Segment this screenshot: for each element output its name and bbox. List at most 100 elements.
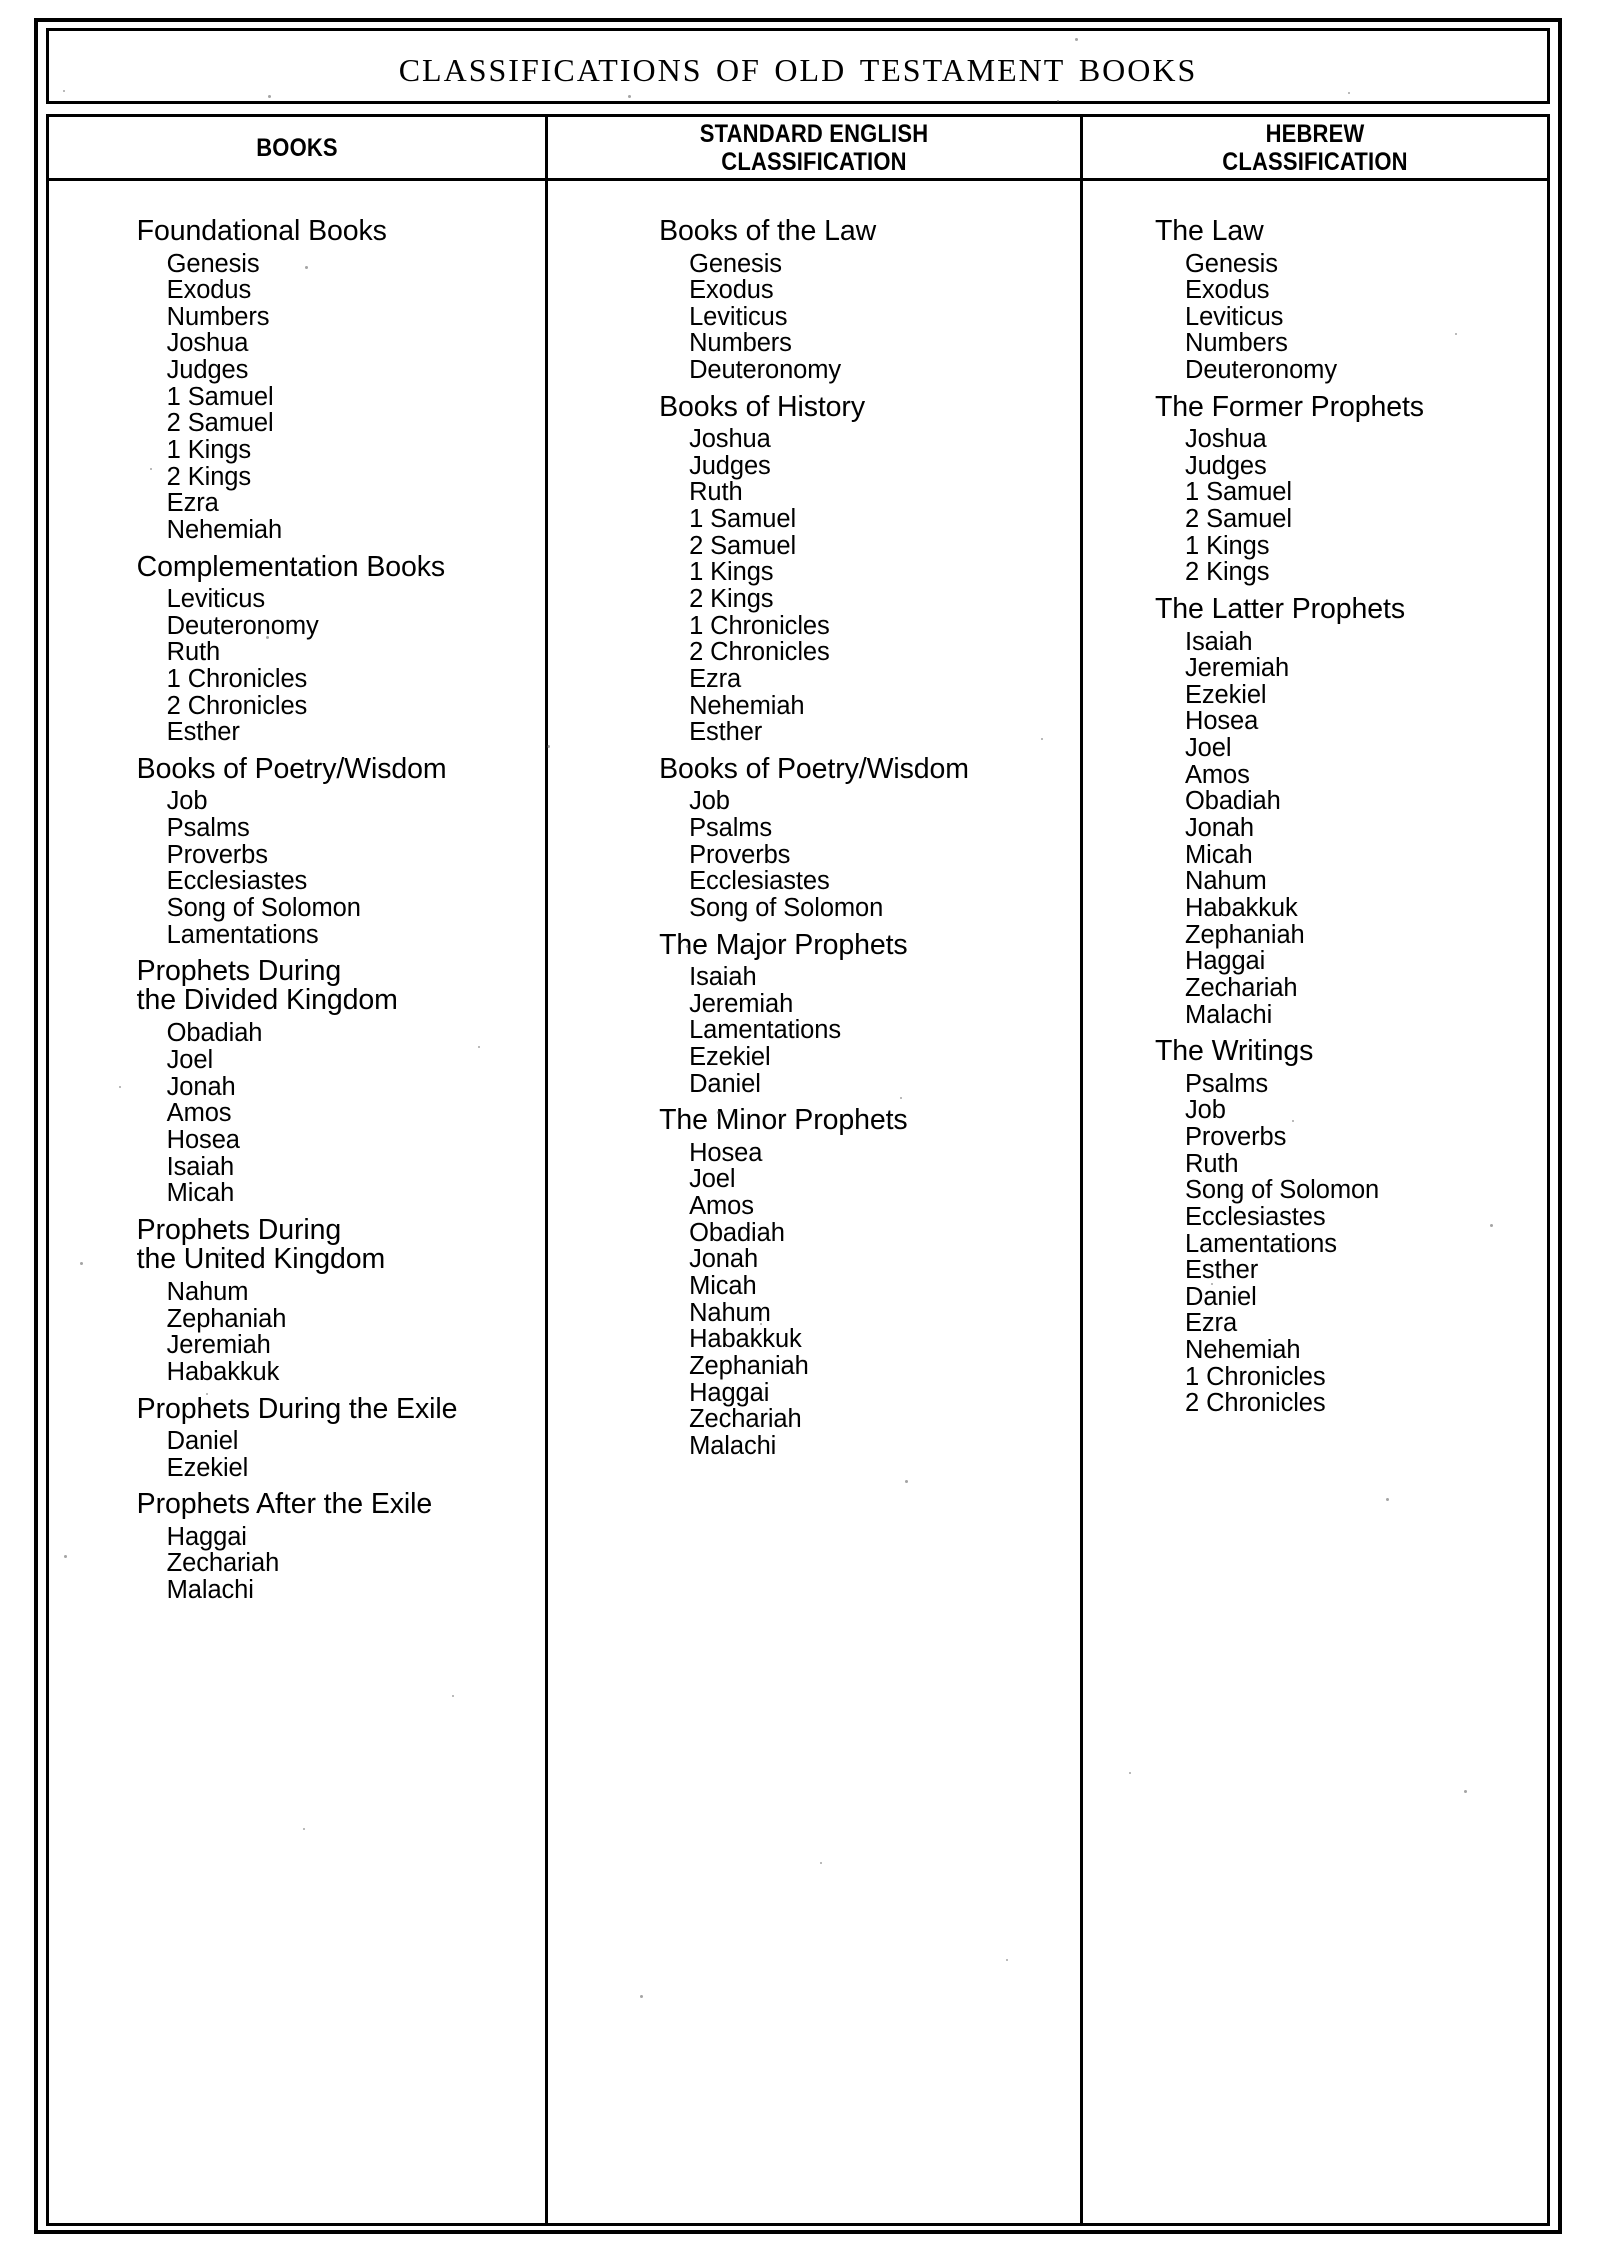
book-entry: Leviticus — [166, 585, 265, 614]
group-heading: Books of Poetry/Wisdom — [136, 752, 447, 785]
column-header-books: BOOKS — [256, 133, 338, 162]
book-entry: Zechariah — [1185, 973, 1298, 1002]
scan-speck — [1129, 1772, 1131, 1774]
book-entry: Genesis — [689, 249, 782, 278]
book-entry: Zechariah — [689, 1405, 802, 1434]
group-heading: Complementation Books — [136, 550, 446, 583]
book-entry: Song of Solomon — [1185, 1176, 1380, 1205]
book-entry: Job — [689, 787, 730, 816]
book-entry: Ruth — [1185, 1149, 1239, 1178]
book-entry: Deuteronomy — [1185, 356, 1337, 385]
scan-speck — [735, 620, 737, 622]
scan-speck — [628, 95, 631, 98]
book-entry: Exodus — [1185, 276, 1270, 305]
scan-speck — [206, 1393, 208, 1395]
book-entry: 2 Samuel — [1185, 505, 1292, 534]
book-entry: Psalms — [689, 814, 773, 843]
book-entry: Jeremiah — [166, 1331, 271, 1360]
book-entry: 1 Chronicles — [1185, 1362, 1326, 1391]
book-entry: Ecclesiastes — [1185, 1202, 1326, 1231]
book-entry: Proverbs — [166, 840, 268, 869]
book-entry: 2 Kings — [689, 585, 774, 614]
title-box: Classifications of Old Testament Books — [46, 28, 1550, 104]
scan-speck — [150, 468, 152, 470]
book-entry: Isaiah — [689, 963, 757, 992]
book-entry: Isaiah — [1185, 627, 1253, 656]
book-entry: Nehemiah — [166, 515, 283, 544]
book-entry: Joshua — [1185, 425, 1267, 454]
book-entry: Haggai — [166, 1522, 247, 1551]
book-entry: Genesis — [166, 249, 260, 278]
scan-speck — [1292, 1120, 1294, 1122]
scan-speck — [266, 636, 269, 639]
book-entry: Ruth — [689, 478, 743, 507]
book-entry: Nehemiah — [1185, 1336, 1301, 1365]
table-header-row: BOOKS STANDARD ENGLISH CLASSIFICATION HE… — [49, 117, 1547, 181]
book-entry: Malachi — [1185, 1000, 1273, 1029]
book-entry: 2 Chronicles — [1185, 1389, 1326, 1418]
book-entry: Obadiah — [689, 1218, 785, 1247]
book-entry: Job — [1185, 1096, 1226, 1125]
book-entry: 1 Kings — [1185, 531, 1270, 560]
book-entry: Joel — [689, 1165, 736, 1194]
book-entry: Deuteronomy — [689, 356, 842, 385]
book-entry: Hosea — [166, 1125, 240, 1154]
page-title: Classifications of Old Testament Books — [398, 40, 1198, 91]
column-header-hebrew-classification: HEBREW CLASSIFICATION — [1222, 119, 1408, 176]
book-entry: Daniel — [689, 1069, 761, 1098]
scan-speck — [1348, 92, 1350, 94]
book-entry: Zechariah — [166, 1549, 280, 1578]
scan-speck — [820, 1862, 822, 1864]
scan-speck — [218, 1253, 221, 1256]
book-entry: 1 Samuel — [166, 382, 274, 411]
scan-speck — [1075, 38, 1078, 41]
group-heading: Books of Poetry/Wisdom — [659, 752, 969, 785]
book-entry: Hosea — [1185, 707, 1259, 736]
book-entry: Obadiah — [166, 1019, 263, 1048]
book-entry: Psalms — [1185, 1069, 1268, 1098]
book-entry: Amos — [689, 1192, 754, 1221]
book-entry: Jonah — [689, 1245, 759, 1274]
book-entry: Leviticus — [689, 302, 788, 331]
book-entry: 1 Kings — [689, 558, 774, 587]
book-entry: Lamentations — [1185, 1229, 1337, 1258]
scan-speck — [900, 1097, 902, 1099]
group-heading: Prophets During the Exile — [136, 1392, 458, 1425]
group-heading: The Minor Prophets — [659, 1104, 908, 1137]
book-entry: Exodus — [166, 276, 252, 305]
book-entry: Micah — [689, 1272, 757, 1300]
book-entry: 2 Chronicles — [166, 691, 308, 720]
book-entry: Proverbs — [689, 840, 791, 869]
book-entry: Micah — [1185, 840, 1253, 869]
book-entry: Obadiah — [1185, 787, 1281, 816]
book-entry: Numbers — [689, 329, 792, 358]
scan-speck — [1490, 1224, 1493, 1227]
scan-speck — [905, 1480, 908, 1483]
scan-speck — [1386, 1498, 1389, 1501]
group-heading: The Writings — [1155, 1035, 1314, 1068]
book-entry: Deuteronomy — [166, 611, 319, 640]
scan-speck — [640, 1995, 643, 1998]
book-entry: Ezekiel — [1185, 680, 1267, 709]
book-entry: Esther — [1185, 1256, 1259, 1285]
book-entry: Judges — [689, 451, 771, 480]
book-entry: Jeremiah — [1185, 654, 1290, 683]
book-entry: Zephaniah — [689, 1351, 809, 1380]
classification-table: BOOKS STANDARD ENGLISH CLASSIFICATION HE… — [46, 114, 1550, 2226]
scan-speck — [64, 1555, 67, 1558]
book-entry: Ecclesiastes — [689, 867, 830, 896]
column-standard-english: Books of the Law Genesis Exodus Leviticus Nu… — [548, 181, 1080, 2221]
book-entry: Ecclesiastes — [166, 867, 308, 896]
book-entry: Ezra — [1185, 1309, 1238, 1338]
book-entry: 2 Samuel — [689, 531, 797, 560]
group-heading: Books of the Law — [659, 215, 877, 247]
book-entry: Ezra — [689, 664, 742, 693]
scan-speck — [1041, 738, 1043, 740]
book-entry: Micah — [166, 1179, 235, 1208]
book-entry: Habakkuk — [166, 1357, 280, 1386]
book-entry: Ezekiel — [689, 1043, 771, 1072]
book-entry: Genesis — [1185, 249, 1278, 278]
group-heading: Prophets After the Exile — [136, 1488, 433, 1521]
book-entry: Proverbs — [1185, 1122, 1287, 1151]
book-entry: Song of Solomon — [689, 893, 884, 922]
